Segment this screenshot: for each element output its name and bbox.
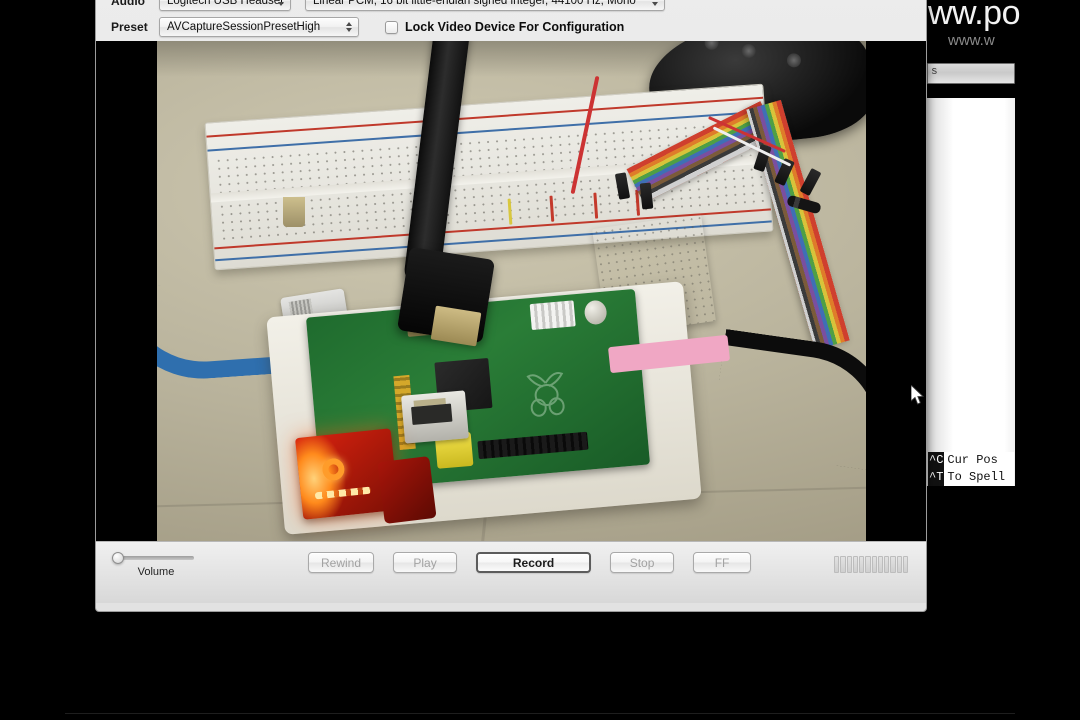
background-editor-panel[interactable]	[927, 98, 1015, 486]
nano-help-label-cur-pos: Cur Pos	[947, 453, 998, 467]
chevron-updown-icon	[276, 0, 285, 8]
record-button[interactable]: Record	[476, 552, 592, 573]
audio-format-dropdown[interactable]: Linear PCM, 16 bit little-endian signed …	[305, 0, 665, 11]
lock-video-device-label: Lock Video Device For Configuration	[405, 20, 625, 34]
background-text-field-value: s	[931, 66, 938, 78]
video-preview-stage	[96, 41, 926, 541]
volume-slider[interactable]	[112, 552, 194, 564]
audio-device-dropdown[interactable]: Logitech USB Headset	[159, 0, 291, 11]
chevron-updown-icon	[344, 20, 353, 34]
scene-pi-capacitor	[583, 299, 608, 326]
preset-value: AVCaptureSessionPresetHigh	[167, 21, 321, 33]
video-preview-frame[interactable]	[157, 41, 866, 541]
play-button[interactable]: Play	[393, 552, 458, 573]
background-brand-small: www.w	[948, 32, 995, 49]
transport-button-row: Rewind Play Record Stop FF	[308, 552, 752, 573]
mouse-cursor-icon	[911, 385, 925, 405]
scene-pi-heatsink	[529, 300, 576, 331]
lock-video-device-checkbox-group[interactable]: Lock Video Device For Configuration	[385, 20, 624, 34]
nano-help-key-cur-pos: ^C	[928, 452, 945, 469]
nano-help-bar: ^C Cur Pos ^T To Spell	[928, 452, 1014, 486]
preset-settings-row: Preset AVCaptureSessionPresetHigh Lock V…	[96, 13, 926, 41]
volume-control[interactable]: Volume	[112, 550, 208, 578]
video-letterbox-left	[96, 41, 157, 541]
audio-label: Audio	[111, 0, 145, 8]
scene-pi-gpio-header	[477, 431, 589, 460]
audio-format-value: Linear PCM, 16 bit little-endian signed …	[313, 0, 636, 7]
raspberry-pi-logo-icon	[526, 371, 565, 417]
preset-label: Preset	[111, 20, 148, 34]
preset-dropdown[interactable]: AVCaptureSessionPresetHigh	[159, 17, 359, 37]
desktop-root: ww.po www.w s ^C Cur Pos ^T To Spell Audio…	[0, 0, 1080, 720]
background-text-field[interactable]: s	[927, 63, 1015, 84]
transport-bar: Volume Rewind Play Record Stop FF	[96, 541, 926, 603]
audio-device-value: Logitech USB Headset	[167, 0, 284, 7]
avrecorder-window: Audio Logitech USB Headset Linear PCM, 1…	[95, 0, 927, 612]
nano-help-key-to-spell: ^T	[928, 469, 945, 486]
chevron-updown-icon	[650, 0, 659, 8]
video-letterbox-right	[866, 41, 926, 541]
scene-usb-port	[401, 390, 469, 444]
scene-red-component	[377, 456, 437, 524]
lock-video-device-checkbox[interactable]	[385, 20, 398, 34]
fast-forward-button[interactable]: FF	[693, 552, 752, 573]
volume-slider-knob[interactable]	[112, 552, 124, 564]
background-brand-large: ww.po	[928, 0, 1021, 32]
audio-level-meter	[834, 556, 908, 573]
background-divider	[65, 713, 1015, 714]
scene-pi-rca-barrel	[283, 197, 305, 227]
stop-button[interactable]: Stop	[610, 552, 675, 573]
scene-hdmi-contacts	[430, 305, 482, 347]
volume-label: Volume	[137, 566, 175, 578]
rewind-button[interactable]: Rewind	[308, 552, 375, 573]
nano-help-row-cur-pos[interactable]: ^C Cur Pos	[928, 452, 1014, 469]
nano-help-row-to-spell[interactable]: ^T To Spell	[928, 469, 1014, 486]
nano-help-label-to-spell: To Spell	[947, 470, 1006, 484]
